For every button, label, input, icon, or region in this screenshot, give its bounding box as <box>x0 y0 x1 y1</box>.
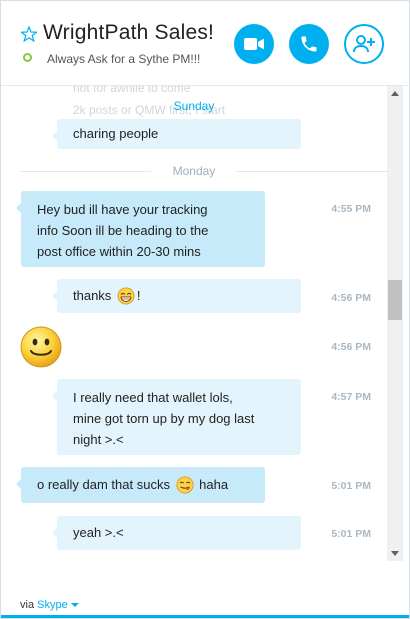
message-text: o really dam that sucks <box>37 477 174 492</box>
chat-window: WrightPath Sales! Always Ask for a Sythe… <box>0 0 410 619</box>
grin-emoticon-icon <box>117 287 135 305</box>
message-text-line: night >.< <box>73 432 124 447</box>
service-name: Skype <box>37 599 68 611</box>
composer-footer: via Skype <box>1 561 409 618</box>
divider <box>237 171 387 172</box>
message-text-line: mine got torn up by my dog last <box>73 411 255 426</box>
input-focus-underline <box>1 615 409 618</box>
tongue-emoticon-icon <box>176 476 194 494</box>
day-separator-monday: Monday <box>172 164 216 178</box>
video-camera-icon <box>244 38 264 50</box>
scrollbar-thumb[interactable] <box>388 280 402 320</box>
message-text: haha <box>195 477 229 492</box>
message-bubble: Hey bud ill have your tracking info Soon… <box>16 191 265 267</box>
timestamp: 4:56 PM <box>331 292 371 304</box>
message-bubble: yeah >.< <box>52 516 301 550</box>
message-bubble: I really need that wallet lols, mine got… <box>52 379 301 455</box>
message-text: ! <box>136 288 141 303</box>
add-person-icon <box>353 35 375 53</box>
message-text: charing people <box>73 126 159 141</box>
divider <box>21 171 151 172</box>
message-text-line: Hey bud ill have your tracking <box>37 202 208 217</box>
chevron-down-icon <box>70 603 79 608</box>
mood-message: Always Ask for a Sythe PM!!! <box>47 52 201 66</box>
message-text: yeah >.< <box>73 525 124 540</box>
scroll-up-arrow-icon[interactable] <box>391 91 399 96</box>
phone-icon <box>301 36 317 52</box>
presence-status-icon <box>23 53 32 62</box>
video-call-button[interactable] <box>234 24 274 64</box>
timestamp: 5:01 PM <box>331 480 371 492</box>
scroll-down-arrow-icon[interactable] <box>391 551 399 556</box>
timestamp: 4:56 PM <box>331 341 371 353</box>
via-label: via <box>20 599 35 611</box>
add-people-button[interactable] <box>344 24 384 64</box>
via-service-selector[interactable]: via Skype <box>20 599 79 611</box>
message-list: not for awhile to come 2k posts or QMW f… <box>1 86 387 561</box>
smile-emoticon-icon <box>20 326 62 368</box>
timestamp: 4:55 PM <box>331 203 371 215</box>
voice-call-button[interactable] <box>289 24 329 64</box>
message-text-line: post office within 20-30 mins <box>37 244 201 259</box>
day-separator-sunday: Sunday <box>173 99 215 113</box>
timestamp: 5:01 PM <box>331 528 371 540</box>
favorite-star-icon[interactable] <box>21 26 37 42</box>
message-text-line: info Soon ill be heading to the <box>37 223 209 238</box>
message-text: thanks <box>73 288 115 303</box>
contact-name: WrightPath Sales! <box>43 21 215 44</box>
message-bubble: thanks ! <box>52 279 301 313</box>
message-text-line: I really need that wallet lols, <box>73 390 233 405</box>
message-bubble: charing people <box>52 119 301 149</box>
conversation-header: WrightPath Sales! Always Ask for a Sythe… <box>1 1 409 86</box>
chat-scrollbar[interactable] <box>387 86 403 561</box>
history-line: not for awhile to come <box>73 86 191 95</box>
timestamp: 4:57 PM <box>331 391 371 403</box>
message-bubble: o really dam that sucks haha <box>16 467 265 503</box>
